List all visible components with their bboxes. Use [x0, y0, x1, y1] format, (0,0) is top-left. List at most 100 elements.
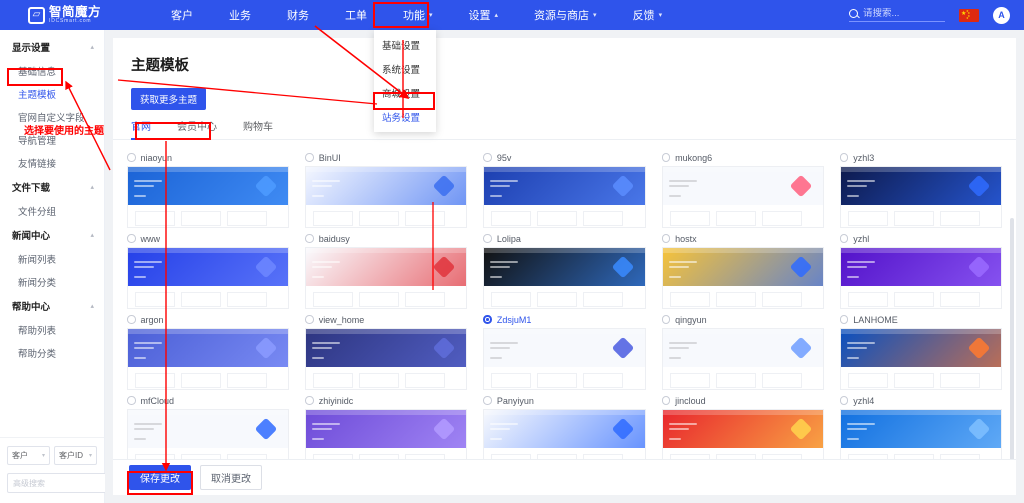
sidebar-item-basic-info[interactable]: 基础信息 [0, 59, 104, 82]
theme-card[interactable]: Lolipa [483, 230, 646, 309]
theme-radio-button[interactable] [127, 234, 136, 243]
theme-radio-button[interactable] [127, 153, 136, 162]
global-search-input[interactable] [863, 8, 939, 19]
user-avatar[interactable]: A [993, 6, 1010, 24]
theme-radio-button[interactable] [661, 153, 671, 162]
theme-card[interactable]: yzhl [839, 230, 1002, 309]
theme-radio-button[interactable] [839, 234, 849, 243]
theme-radio-button[interactable] [839, 315, 849, 324]
theme-name-label: www [140, 233, 161, 244]
nav-item-resources-store[interactable]: 资源与商店 ▾ [516, 0, 615, 30]
content-scrollbar[interactable] [1010, 218, 1014, 468]
nav-item-customers[interactable]: 客户 [153, 0, 211, 30]
theme-radio-button[interactable] [839, 153, 849, 162]
theme-card[interactable]: BinUI [305, 149, 468, 228]
theme-card[interactable]: LANHOME [839, 311, 1002, 390]
theme-name-label: niaoyun [140, 152, 173, 163]
theme-thumbnail[interactable] [661, 328, 824, 390]
theme-thumbnail[interactable] [127, 328, 290, 390]
sidebar-item-help-category[interactable]: 帮助分类 [0, 341, 104, 364]
save-changes-button[interactable]: 保存更改 [129, 465, 191, 490]
theme-thumbnail[interactable] [127, 247, 290, 309]
dropdown-item-basic-settings[interactable]: 基础设置 [374, 33, 436, 57]
sidebar-item-custom-fields[interactable]: 官网自定义字段 [0, 105, 104, 128]
logo-glyph-icon: ▱ [28, 6, 45, 24]
theme-radio-button[interactable] [839, 396, 849, 405]
theme-card[interactable]: mukong6 [661, 149, 824, 228]
theme-thumbnail[interactable] [483, 247, 646, 309]
theme-card[interactable]: 95v [483, 149, 646, 228]
theme-radio-button[interactable] [305, 396, 314, 405]
tab-member-center[interactable]: 会员中心 [177, 118, 217, 139]
nav-item-business[interactable]: 业务 [211, 0, 269, 30]
brand-logo[interactable]: ▱ 智简魔方 IDCSmart.com [28, 6, 101, 25]
theme-thumbnail[interactable] [483, 166, 646, 228]
tab-official-site[interactable]: 官网 [131, 118, 151, 140]
theme-thumbnail[interactable] [483, 328, 646, 390]
theme-name-label: qingyun [675, 314, 707, 325]
theme-card[interactable]: yzhl3 [839, 149, 1002, 228]
dropdown-item-site-settings[interactable]: 站务设置 [374, 105, 436, 129]
nav-item-tickets[interactable]: 工单 [327, 0, 385, 30]
sidebar-item-news-category[interactable]: 新闻分类 [0, 270, 104, 293]
dropdown-item-mall-settings[interactable]: 商城设置 [374, 81, 436, 105]
theme-radio-button[interactable] [305, 153, 314, 162]
theme-thumbnail[interactable] [661, 166, 824, 228]
nav-item-finance[interactable]: 财务 [269, 0, 327, 30]
china-flag-icon[interactable]: ★ ★ ★ ★ ★ [959, 8, 979, 22]
theme-card[interactable]: view_home [305, 311, 468, 390]
theme-card[interactable]: niaoyun [127, 149, 290, 228]
theme-radio-button[interactable] [127, 396, 136, 405]
get-more-themes-button[interactable]: 获取更多主题 [131, 88, 207, 110]
sidebar-group-help-center[interactable]: 帮助中心 ▴ [0, 293, 104, 318]
global-search[interactable] [849, 8, 945, 22]
theme-radio-button[interactable] [661, 234, 671, 243]
theme-card[interactable]: argon [127, 311, 290, 390]
tab-shopping-cart[interactable]: 购物车 [243, 118, 273, 139]
theme-thumbnail[interactable] [305, 166, 468, 228]
theme-card[interactable]: hostx [661, 230, 824, 309]
sidebar-item-theme-template[interactable]: 主题模板 [0, 82, 104, 105]
sidebar-group-news-center[interactable]: 新闻中心 ▴ [0, 222, 104, 247]
theme-thumbnail[interactable] [839, 328, 1002, 390]
sidebar-item-file-group[interactable]: 文件分组 [0, 199, 104, 222]
filter-type-select[interactable]: 客户 ▾ [7, 446, 50, 465]
sidebar-item-friendly-links[interactable]: 友情链接 [0, 151, 104, 174]
nav-item-settings[interactable]: 设置 ▴ [451, 0, 517, 30]
theme-thumbnail[interactable] [839, 166, 1002, 228]
sidebar-group-label: 帮助中心 [12, 302, 51, 313]
theme-card[interactable]: qingyun [661, 311, 824, 390]
sidebar-group-label: 文件下载 [12, 183, 51, 194]
theme-radio-button[interactable] [305, 234, 314, 243]
theme-thumbnail[interactable] [305, 328, 468, 390]
dropdown-item-system-settings[interactable]: 系统设置 [374, 57, 436, 81]
sidebar-group-file-download[interactable]: 文件下载 ▴ [0, 174, 104, 199]
theme-card[interactable]: ZdsjuM1 [483, 311, 646, 390]
nav-item-feedback[interactable]: 反馈 ▾ [615, 0, 681, 30]
theme-radio-button[interactable] [305, 315, 314, 324]
theme-thumbnail[interactable] [305, 247, 468, 309]
theme-radio-button[interactable] [661, 315, 671, 324]
chevron-down-icon: ▾ [658, 12, 663, 19]
nav-label: 资源与商店 [534, 10, 590, 22]
theme-radio-button[interactable] [483, 153, 492, 162]
sidebar-group-display-settings[interactable]: 显示设置 ▴ [0, 34, 104, 59]
theme-radio-button[interactable] [661, 396, 671, 405]
theme-radio-button[interactable] [127, 315, 136, 324]
cancel-changes-button[interactable]: 取消更改 [200, 465, 262, 490]
theme-thumbnail[interactable] [839, 247, 1002, 309]
theme-radio-button[interactable] [483, 396, 492, 405]
theme-thumbnail[interactable] [127, 166, 290, 228]
sidebar-item-nav-management[interactable]: 导航管理 [0, 128, 104, 151]
theme-radio-button[interactable] [483, 234, 492, 243]
sidebar-item-help-list[interactable]: 帮助列表 [0, 318, 104, 341]
theme-card-header: yzhl4 [839, 392, 1002, 409]
theme-card[interactable]: www [127, 230, 290, 309]
sidebar-item-news-list[interactable]: 新闻列表 [0, 247, 104, 270]
theme-card-header: yzhl3 [839, 149, 1002, 166]
nav-item-features[interactable]: 功能 ▾ [385, 0, 451, 30]
filter-field-select[interactable]: 客户ID ▾ [54, 446, 97, 465]
theme-thumbnail[interactable] [661, 247, 824, 309]
theme-card[interactable]: baidusy [305, 230, 468, 309]
theme-radio-button[interactable] [483, 315, 492, 324]
